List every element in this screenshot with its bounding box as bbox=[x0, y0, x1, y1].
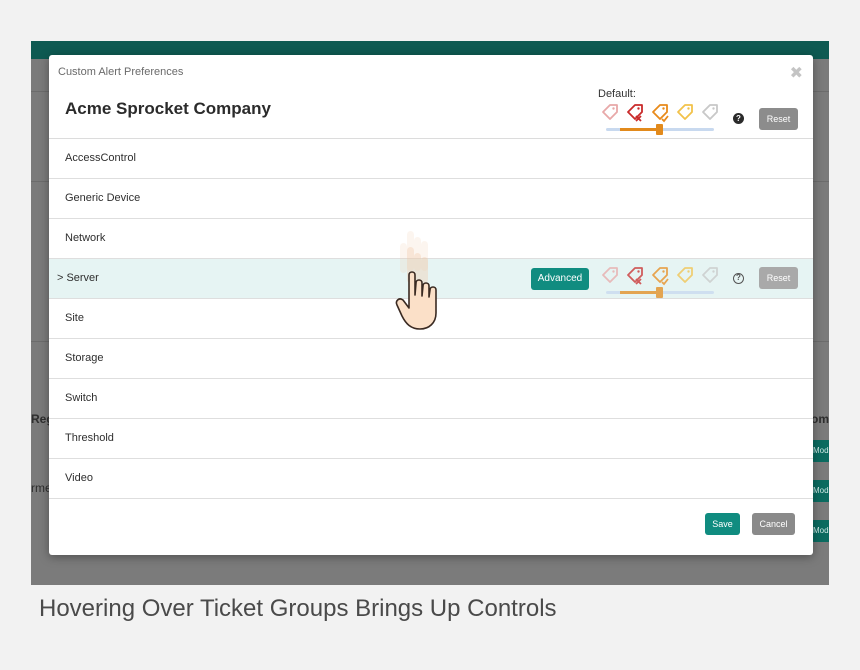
row-label: Switch bbox=[65, 392, 98, 404]
default-severity-control[interactable] bbox=[600, 103, 720, 139]
ticket-group-row-video[interactable]: Video bbox=[49, 459, 813, 499]
severity-icon-5[interactable] bbox=[700, 103, 720, 123]
severity-slider-handle[interactable] bbox=[656, 287, 663, 298]
severity-slider-handle[interactable] bbox=[656, 124, 663, 135]
server-severity-control[interactable] bbox=[600, 266, 720, 302]
cancel-button[interactable]: Cancel bbox=[752, 513, 795, 535]
severity-icon-4[interactable] bbox=[675, 266, 695, 286]
help-icon[interactable]: ? bbox=[733, 113, 744, 124]
severity-icon-2[interactable] bbox=[625, 103, 645, 123]
caption: Hovering Over Ticket Groups Brings Up Co… bbox=[39, 595, 557, 622]
row-label: Network bbox=[65, 232, 106, 244]
severity-icon-3[interactable] bbox=[650, 266, 670, 286]
severity-icon-2[interactable] bbox=[625, 266, 645, 286]
save-button[interactable]: Save bbox=[705, 513, 740, 535]
severity-slider-fill bbox=[620, 291, 660, 294]
severity-slider-fill bbox=[620, 128, 660, 131]
hand-cursor-icon bbox=[395, 231, 437, 330]
ticket-group-row-threshold[interactable]: Threshold bbox=[49, 419, 813, 459]
severity-icon-3[interactable] bbox=[650, 103, 670, 123]
ticket-group-row-switch[interactable]: Switch bbox=[49, 379, 813, 419]
modal-title: Custom Alert Preferences bbox=[58, 66, 184, 78]
help-icon[interactable]: ? bbox=[733, 273, 744, 284]
server-reset-button[interactable]: Reset bbox=[759, 267, 798, 289]
severity-icon-1[interactable] bbox=[600, 103, 620, 123]
close-icon[interactable]: ✖ bbox=[790, 63, 803, 83]
bg-modify-button: Mod bbox=[811, 440, 829, 462]
default-label: Default: bbox=[598, 88, 636, 100]
row-label: Video bbox=[65, 472, 93, 484]
ticket-group-row-accesscontrol[interactable]: AccessControl bbox=[49, 139, 813, 179]
row-label: Server bbox=[66, 272, 99, 284]
severity-icon-4[interactable] bbox=[675, 103, 695, 123]
chevron-right-icon[interactable]: > bbox=[57, 272, 63, 284]
row-label: Site bbox=[65, 312, 84, 324]
row-label: Generic Device bbox=[65, 192, 141, 204]
row-label: Threshold bbox=[65, 432, 114, 444]
bg-modify-button: Mod bbox=[811, 520, 829, 542]
company-name: Acme Sprocket Company bbox=[65, 99, 271, 118]
default-reset-button[interactable]: Reset bbox=[759, 108, 798, 130]
row-label: Storage bbox=[65, 352, 104, 364]
advanced-button[interactable]: Advanced bbox=[531, 268, 589, 290]
ticket-group-row-generic-device[interactable]: Generic Device bbox=[49, 179, 813, 219]
bg-column-header-right: om bbox=[811, 412, 829, 426]
severity-icon-5[interactable] bbox=[700, 266, 720, 286]
bg-modify-button: Mod bbox=[811, 480, 829, 502]
severity-icon-1[interactable] bbox=[600, 266, 620, 286]
row-label: AccessControl bbox=[65, 152, 136, 164]
ticket-group-row-storage[interactable]: Storage bbox=[49, 339, 813, 379]
